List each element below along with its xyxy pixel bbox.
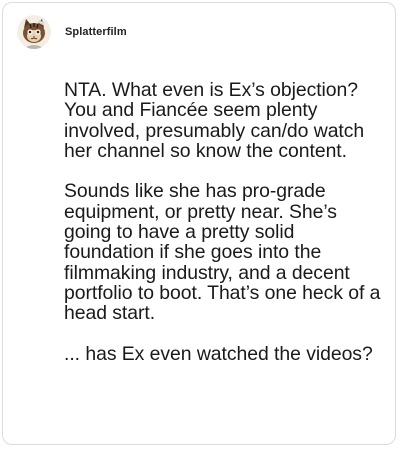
username[interactable]: Splatterfilm: [65, 26, 127, 38]
comment-body: NTA. What even is Ex’s objection? You an…: [64, 80, 389, 384]
comment-paragraph: ... has Ex even watched the videos?: [64, 342, 373, 365]
comment-paragraph: NTA. What even is Ex’s objection? You an…: [64, 79, 365, 162]
cat-avatar-icon[interactable]: [17, 15, 51, 49]
comment-header: Splatterfilm: [17, 15, 127, 49]
comment-card: Splatterfilm NTA. What even is Ex’s obje…: [2, 2, 396, 445]
comment-paragraph: Sounds like she has pro-grade equipment,…: [64, 180, 381, 325]
